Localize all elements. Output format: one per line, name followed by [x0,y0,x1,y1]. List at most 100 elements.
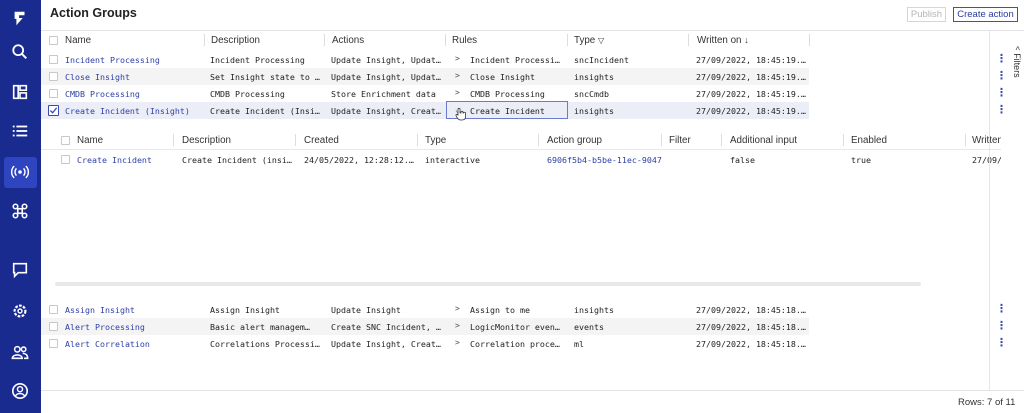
rules-row-name-link[interactable]: Create Incident [77,155,171,165]
column-type[interactable]: Type ▽ [574,35,604,46]
column-rules[interactable]: Rules [452,35,477,46]
row-written-on: 27/09/2022, 18:45:18.… [696,305,806,315]
publish-button[interactable]: Publish [907,7,946,22]
row-name-link[interactable]: Incident Processing [65,55,200,65]
row-type: insights [574,72,614,82]
chevron-right-icon[interactable]: > [455,321,460,330]
more-options-icon[interactable]: ⋮ [996,303,1007,315]
signal-icon[interactable] [8,160,32,184]
rules-subtable-header: Name Description Created Type Action gro… [41,131,1001,150]
chevron-right-icon[interactable]: > [455,71,460,80]
column-divider[interactable] [417,134,418,146]
check-icon [49,107,58,114]
row-name-link[interactable]: Assign Insight [65,305,200,315]
column-divider[interactable] [843,134,844,146]
dashboard-icon[interactable] [8,80,32,104]
row-type: insights [574,106,614,116]
logo-icon[interactable] [8,6,32,30]
sort-desc-icon[interactable]: ↓ [744,35,749,45]
row-name-link[interactable]: Alert Correlation [65,339,200,349]
column-description[interactable]: Description [211,35,260,46]
row-checkbox[interactable] [49,305,58,314]
row-name-link[interactable]: Alert Processing [65,322,200,332]
column-divider[interactable] [809,34,810,46]
rules-column-enabled[interactable]: Enabled [851,135,887,146]
column-divider[interactable] [688,34,689,46]
rules-column-type[interactable]: Type [425,135,446,146]
row-checkbox[interactable] [49,89,58,98]
rules-row-additional-input: false [730,155,755,165]
rules-row-action-group-link[interactable]: 6906f5b4-b5be-11ec-9047- [547,155,662,165]
account-icon[interactable] [8,379,32,403]
more-options-icon[interactable]: ⋮ [996,87,1007,99]
rules-column-written[interactable]: Written [972,135,1001,146]
users-icon[interactable] [8,340,32,364]
filters-toggle[interactable]: < Filters [1012,46,1022,78]
column-name[interactable]: Name [65,35,91,46]
column-divider[interactable] [204,34,205,46]
create-action-button[interactable]: Create action [953,7,1018,22]
rules-column-additional-input[interactable]: Additional input [730,135,797,146]
column-written-on[interactable]: Written on ↓ [697,35,749,46]
more-options-icon[interactable]: ⋮ [996,53,1007,65]
row-checkbox[interactable] [49,339,58,348]
column-divider[interactable] [324,34,325,46]
column-divider[interactable] [445,34,446,46]
column-divider[interactable] [721,134,722,146]
rules-row-checkbox[interactable] [61,155,70,164]
row-checkbox-checked[interactable] [48,105,59,116]
rules-column-created[interactable]: Created [304,135,339,146]
column-divider[interactable] [965,134,966,146]
column-divider[interactable] [567,34,568,46]
chevron-left-icon: < [1013,46,1022,51]
filter-icon[interactable]: ▽ [598,36,604,45]
chevron-right-icon[interactable]: > [455,88,460,97]
rules-row-created: 24/05/2022, 12:28:12.… [304,155,414,165]
horizontal-scrollbar[interactable] [55,282,921,286]
integration-icon[interactable] [8,199,32,223]
rows-count: Rows: 7 of 11 [958,397,1016,408]
select-all-checkbox[interactable] [49,36,58,45]
rules-column-action-group[interactable]: Action group [547,135,602,146]
more-options-icon[interactable]: ⋮ [996,320,1007,332]
row-type: sncIncident [574,55,629,65]
list-icon[interactable] [8,119,32,143]
column-actions[interactable]: Actions [332,35,364,46]
rules-row-description: Create Incident (insi… [182,155,292,165]
row-name-link[interactable]: Create Incident (Insight) [65,106,200,116]
more-options-icon[interactable]: ⋮ [996,70,1007,82]
row-written-on: 27/09/2022, 18:45:18.… [696,322,806,332]
table-row[interactable]: Alert Correlation Correlations Processi…… [41,335,809,352]
table-row[interactable]: Assign Insight Assign Insight Update Ins… [41,301,809,318]
chevron-right-icon[interactable]: > [455,304,460,313]
table-row[interactable]: Incident Processing Incident Processing … [41,51,809,68]
column-divider[interactable] [173,134,174,146]
rules-column-name[interactable]: Name [77,135,103,146]
row-name-link[interactable]: Close Insight [65,72,200,82]
column-divider[interactable] [661,134,662,146]
search-icon[interactable] [8,40,32,64]
table-row[interactable]: Close Insight Set Insight state to … Upd… [41,68,809,85]
row-checkbox[interactable] [49,322,58,331]
table-row[interactable]: CMDB Processing CMDB Processing Store En… [41,85,809,102]
row-actions: Update Insight, Creat… [331,106,441,116]
table-row[interactable]: Alert Processing Basic alert managem… Cr… [41,318,809,335]
row-type: events [574,322,604,332]
more-options-icon[interactable]: ⋮ [996,104,1007,116]
rules-select-all-checkbox[interactable] [61,136,70,145]
chevron-right-icon[interactable]: > [455,54,460,63]
chat-icon[interactable] [8,258,32,282]
chevron-right-icon[interactable]: > [455,338,460,347]
column-divider[interactable] [538,134,539,146]
row-name-link[interactable]: CMDB Processing [65,89,200,99]
table-row-selected[interactable]: Create Incident (Insight) Create Inciden… [41,102,809,119]
row-written-on: 27/09/2022, 18:45:19.… [696,55,806,65]
settings-icon[interactable] [8,299,32,323]
more-options-icon[interactable]: ⋮ [996,337,1007,349]
row-checkbox[interactable] [49,72,58,81]
row-checkbox[interactable] [49,55,58,64]
rules-column-description[interactable]: Description [182,135,231,146]
column-divider[interactable] [295,134,296,146]
rules-column-filter[interactable]: Filter [669,135,691,146]
rules-subtable-row[interactable]: Create Incident Create Incident (insi… 2… [41,152,1001,167]
